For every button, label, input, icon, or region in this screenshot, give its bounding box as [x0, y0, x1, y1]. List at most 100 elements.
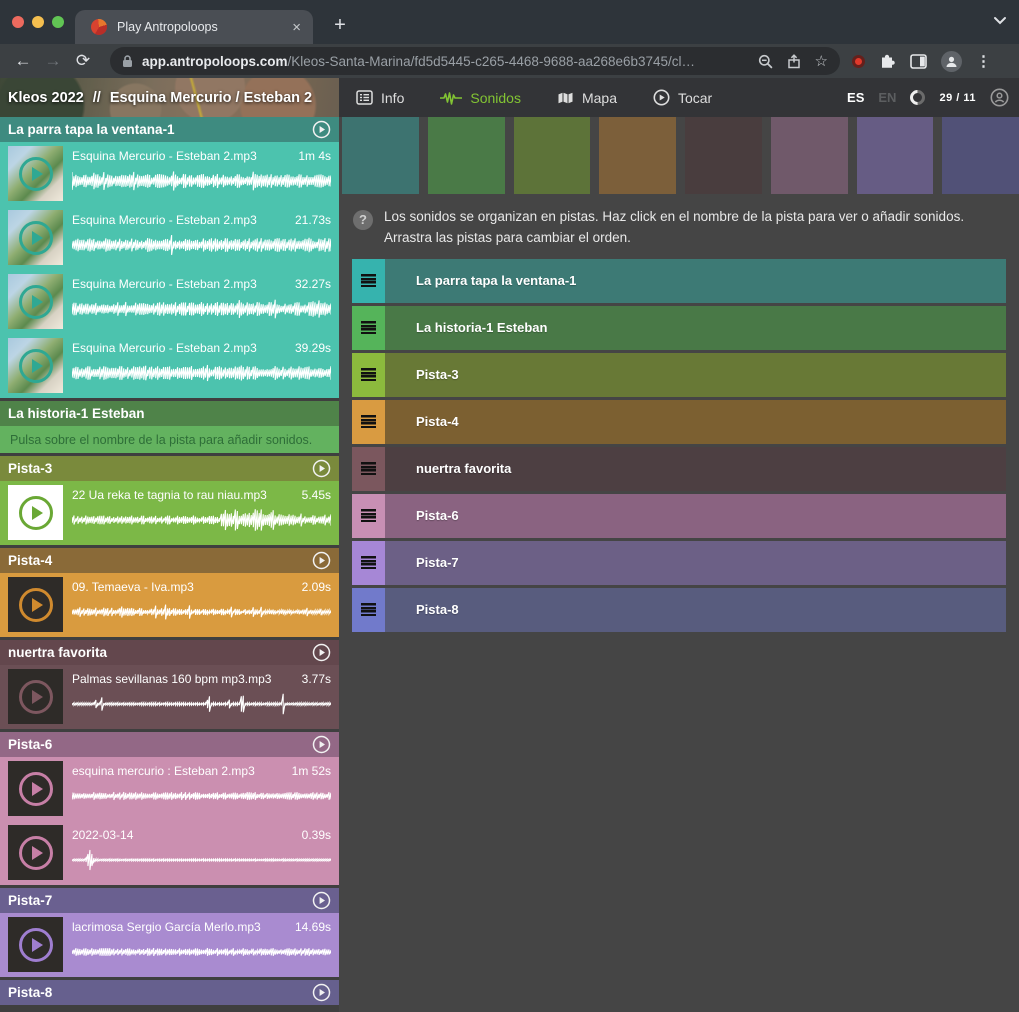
- clip-play-icon[interactable]: [19, 349, 53, 383]
- drag-handle[interactable]: [352, 494, 385, 538]
- drag-handle[interactable]: [352, 353, 385, 397]
- color-swatch[interactable]: [428, 117, 505, 194]
- clip-play-icon[interactable]: [19, 496, 53, 530]
- color-swatch[interactable]: [599, 117, 676, 194]
- clip-thumbnail[interactable]: [8, 210, 63, 265]
- clip-thumbnail[interactable]: [8, 669, 63, 724]
- color-swatch[interactable]: [771, 117, 848, 194]
- minimize-window-button[interactable]: [32, 16, 44, 28]
- track-play-icon[interactable]: [312, 735, 331, 754]
- color-swatch[interactable]: [342, 117, 419, 194]
- track-row[interactable]: Pista-8: [352, 588, 1006, 632]
- clip-thumbnail[interactable]: [8, 338, 63, 393]
- drag-handle[interactable]: [352, 400, 385, 444]
- reload-icon[interactable]: ⟳: [68, 51, 98, 71]
- clip-waveform[interactable]: [72, 783, 331, 809]
- track-row-label[interactable]: Pista-7: [385, 541, 1006, 585]
- clip-waveform[interactable]: [72, 168, 331, 194]
- forward-icon[interactable]: →: [38, 51, 68, 71]
- track-header[interactable]: nuertra favorita: [0, 640, 339, 665]
- color-swatch[interactable]: [857, 117, 934, 194]
- clip-play-icon[interactable]: [19, 285, 53, 319]
- track-row-label[interactable]: Pista-6: [385, 494, 1006, 538]
- tab-tocar[interactable]: Tocar: [653, 89, 712, 106]
- address-bar[interactable]: app.antropoloops.com/Kleos-Santa-Marina/…: [110, 47, 840, 75]
- clip-play-icon[interactable]: [19, 836, 53, 870]
- clip-waveform[interactable]: [72, 360, 331, 386]
- tab-mapa[interactable]: Mapa: [557, 90, 617, 106]
- track-header[interactable]: Pista-4: [0, 548, 339, 573]
- color-swatch[interactable]: [685, 117, 762, 194]
- track-play-icon[interactable]: [312, 643, 331, 662]
- track-header[interactable]: Pista-3: [0, 456, 339, 481]
- track-row[interactable]: La historia-1 Esteban: [352, 306, 1006, 350]
- track-row-label[interactable]: nuertra favorita: [385, 447, 1006, 491]
- clip-thumbnail[interactable]: [8, 825, 63, 880]
- clip-waveform[interactable]: [72, 232, 331, 258]
- profile-avatar[interactable]: [941, 51, 962, 72]
- track-play-icon[interactable]: [312, 551, 331, 570]
- extensions-puzzle-icon[interactable]: [879, 53, 896, 70]
- browser-tab[interactable]: Play Antropoloops ×: [75, 10, 313, 44]
- tab-info[interactable]: Info: [356, 90, 404, 106]
- clip-thumbnail[interactable]: [8, 577, 63, 632]
- drag-handle[interactable]: [352, 447, 385, 491]
- clip-thumbnail[interactable]: [8, 146, 63, 201]
- audio-clip[interactable]: Esquina Mercurio - Esteban 2.mp332.27s: [0, 270, 339, 334]
- color-swatch[interactable]: [514, 117, 591, 194]
- drag-handle[interactable]: [352, 259, 385, 303]
- clip-waveform[interactable]: [72, 507, 331, 533]
- color-swatch[interactable]: [942, 117, 1019, 194]
- clip-thumbnail[interactable]: [8, 761, 63, 816]
- clip-play-icon[interactable]: [19, 588, 53, 622]
- track-row-label[interactable]: Pista-8: [385, 588, 1006, 632]
- track-header[interactable]: Pista-6: [0, 732, 339, 757]
- tab-search-chevron-icon[interactable]: [993, 16, 1007, 25]
- audio-clip[interactable]: lacrimosa Sergio García Merlo.mp314.69s: [0, 913, 339, 977]
- close-window-button[interactable]: [12, 16, 24, 28]
- language-en-button[interactable]: EN: [878, 90, 896, 105]
- browser-menu-kebab-icon[interactable]: ⋮: [976, 52, 991, 70]
- track-play-icon[interactable]: [312, 459, 331, 478]
- share-icon[interactable]: [787, 54, 801, 69]
- track-row[interactable]: nuertra favorita: [352, 447, 1006, 491]
- maximize-window-button[interactable]: [52, 16, 64, 28]
- side-panel-icon[interactable]: [910, 54, 927, 69]
- clip-thumbnail[interactable]: [8, 485, 63, 540]
- audio-clip[interactable]: Esquina Mercurio - Esteban 2.mp31m 4s: [0, 142, 339, 206]
- track-play-icon[interactable]: [312, 891, 331, 910]
- track-row-label[interactable]: Pista-3: [385, 353, 1006, 397]
- tab-sonidos[interactable]: Sonidos: [440, 90, 521, 106]
- audio-clip[interactable]: 09. Temaeva - Iva.mp32.09s: [0, 573, 339, 637]
- audio-clip[interactable]: esquina mercurio : Esteban 2.mp31m 52s: [0, 757, 339, 821]
- bookmark-star-icon[interactable]: ☆: [815, 52, 828, 70]
- new-tab-button[interactable]: +: [326, 12, 354, 40]
- clip-play-icon[interactable]: [19, 157, 53, 191]
- close-tab-icon[interactable]: ×: [290, 19, 303, 36]
- clip-waveform[interactable]: [72, 939, 331, 965]
- account-icon[interactable]: [990, 88, 1009, 107]
- back-icon[interactable]: ←: [8, 51, 38, 71]
- track-row[interactable]: La parra tapa la ventana-1: [352, 259, 1006, 303]
- audio-clip[interactable]: Esquina Mercurio - Esteban 2.mp339.29s: [0, 334, 339, 398]
- track-header[interactable]: La historia-1 Esteban: [0, 401, 339, 426]
- audio-clip[interactable]: Esquina Mercurio - Esteban 2.mp321.73s: [0, 206, 339, 270]
- clip-play-icon[interactable]: [19, 221, 53, 255]
- track-header[interactable]: Pista-7: [0, 888, 339, 913]
- track-header[interactable]: Pista-8: [0, 980, 339, 1005]
- clip-play-icon[interactable]: [19, 680, 53, 714]
- track-row[interactable]: Pista-7: [352, 541, 1006, 585]
- drag-handle[interactable]: [352, 541, 385, 585]
- lock-icon[interactable]: [122, 55, 133, 68]
- track-header[interactable]: La parra tapa la ventana-1: [0, 117, 339, 142]
- track-row-label[interactable]: La parra tapa la ventana-1: [385, 259, 1006, 303]
- clip-play-icon[interactable]: [19, 928, 53, 962]
- track-play-icon[interactable]: [312, 120, 331, 139]
- zoom-out-icon[interactable]: [758, 54, 773, 69]
- clip-waveform[interactable]: [72, 847, 331, 873]
- recording-indicator-icon[interactable]: [852, 55, 865, 68]
- audio-clip[interactable]: Palmas sevillanas 160 bpm mp3.mp33.77s: [0, 665, 339, 729]
- track-row[interactable]: Pista-4: [352, 400, 1006, 444]
- track-row-label[interactable]: Pista-4: [385, 400, 1006, 444]
- audio-clip[interactable]: 22 Ua reka te tagnia to rau niau.mp35.45…: [0, 481, 339, 545]
